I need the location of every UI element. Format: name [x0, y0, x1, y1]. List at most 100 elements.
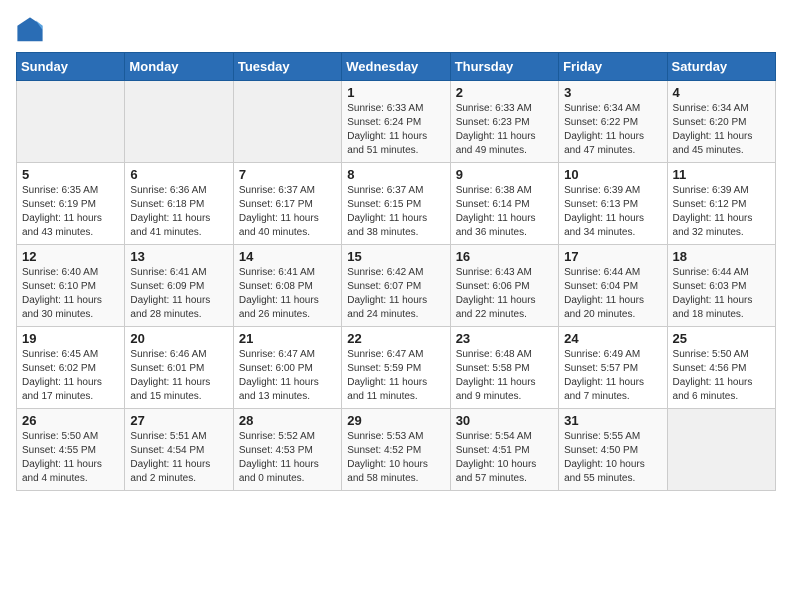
weekday-header-tuesday: Tuesday	[233, 53, 341, 81]
cell-text: Sunrise: 6:49 AM Sunset: 5:57 PM Dayligh…	[564, 348, 661, 404]
calendar-cell: 14 Sunrise: 6:41 AM Sunset: 6:08 PM Dayli…	[233, 245, 341, 327]
cell-text: Sunrise: 6:46 AM Sunset: 6:01 PM Dayligh…	[130, 348, 227, 404]
day-number: 18	[673, 249, 770, 264]
page-header	[16, 16, 776, 44]
calendar-cell: 25 Sunrise: 5:50 AM Sunset: 4:56 PM Dayli…	[667, 327, 775, 409]
calendar-cell: 29Sunrise: 5:53 AM Sunset: 4:52 PM Dayli…	[342, 409, 450, 491]
calendar-cell: 8 Sunrise: 6:37 AM Sunset: 6:15 PM Daylig…	[342, 163, 450, 245]
cell-text: Sunrise: 5:53 AM Sunset: 4:52 PM Dayligh…	[347, 430, 444, 486]
calendar-cell: 30 Sunrise: 5:54 AM Sunset: 4:51 PM Dayli…	[450, 409, 558, 491]
calendar-cell: 22 Sunrise: 6:47 AM Sunset: 5:59 PM Dayli…	[342, 327, 450, 409]
calendar-cell: 11 Sunrise: 6:39 AM Sunset: 6:12 PM Dayli…	[667, 163, 775, 245]
calendar-cell: 20 Sunrise: 6:46 AM Sunset: 6:01 PM Dayli…	[125, 327, 233, 409]
cell-text: Sunrise: 6:45 AM Sunset: 6:02 PM Dayligh…	[22, 348, 119, 404]
day-number: 23	[456, 331, 553, 346]
weekday-header-thursday: Thursday	[450, 53, 558, 81]
calendar-table: SundayMondayTuesdayWednesdayThursdayFrid…	[16, 52, 776, 491]
cell-text: Sunrise: 5:50 AM Sunset: 4:56 PM Dayligh…	[673, 348, 770, 404]
cell-text: Sunrise: 6:34 AM Sunset: 6:22 PM Dayligh…	[564, 102, 661, 158]
calendar-cell: 7 Sunrise: 6:37 AM Sunset: 6:17 PM Daylig…	[233, 163, 341, 245]
weekday-header-wednesday: Wednesday	[342, 53, 450, 81]
cell-text: Sunrise: 6:42 AM Sunset: 6:07 PM Dayligh…	[347, 266, 444, 322]
calendar-cell: 12 Sunrise: 6:40 AM Sunset: 6:10 PM Dayli…	[17, 245, 125, 327]
day-number: 24	[564, 331, 661, 346]
day-number: 22	[347, 331, 444, 346]
calendar-cell: 28 Sunrise: 5:52 AM Sunset: 4:53 PM Dayli…	[233, 409, 341, 491]
day-number: 6	[130, 167, 227, 182]
weekday-header-sunday: Sunday	[17, 53, 125, 81]
day-number: 15	[347, 249, 444, 264]
day-number: 9	[456, 167, 553, 182]
cell-text: Sunrise: 6:41 AM Sunset: 6:09 PM Dayligh…	[130, 266, 227, 322]
calendar-cell	[233, 81, 341, 163]
day-number: 20	[130, 331, 227, 346]
cell-text: Sunrise: 5:51 AM Sunset: 4:54 PM Dayligh…	[130, 430, 227, 486]
calendar-cell	[667, 409, 775, 491]
calendar-cell: 17 Sunrise: 6:44 AM Sunset: 6:04 PM Dayli…	[559, 245, 667, 327]
day-number: 21	[239, 331, 336, 346]
calendar-cell: 16 Sunrise: 6:43 AM Sunset: 6:06 PM Dayli…	[450, 245, 558, 327]
day-number: 3	[564, 85, 661, 100]
calendar-cell: 23 Sunrise: 6:48 AM Sunset: 5:58 PM Dayli…	[450, 327, 558, 409]
calendar-cell: 3 Sunrise: 6:34 AM Sunset: 6:22 PM Daylig…	[559, 81, 667, 163]
cell-text: Sunrise: 6:44 AM Sunset: 6:04 PM Dayligh…	[564, 266, 661, 322]
day-number: 27	[130, 413, 227, 428]
calendar-cell: 6Sunrise: 6:36 AM Sunset: 6:18 PM Daylig…	[125, 163, 233, 245]
cell-text: Sunrise: 6:33 AM Sunset: 6:24 PM Dayligh…	[347, 102, 444, 158]
cell-text: Sunrise: 6:34 AM Sunset: 6:20 PM Dayligh…	[673, 102, 770, 158]
calendar-cell: 4 Sunrise: 6:34 AM Sunset: 6:20 PM Daylig…	[667, 81, 775, 163]
day-number: 25	[673, 331, 770, 346]
calendar-cell	[125, 81, 233, 163]
day-number: 7	[239, 167, 336, 182]
calendar-cell: 13 Sunrise: 6:41 AM Sunset: 6:09 PM Dayli…	[125, 245, 233, 327]
day-number: 26	[22, 413, 119, 428]
day-number: 31	[564, 413, 661, 428]
calendar-cell: 27 Sunrise: 5:51 AM Sunset: 4:54 PM Dayli…	[125, 409, 233, 491]
calendar-cell: 19 Sunrise: 6:45 AM Sunset: 6:02 PM Dayli…	[17, 327, 125, 409]
cell-text: Sunrise: 6:41 AM Sunset: 6:08 PM Dayligh…	[239, 266, 336, 322]
calendar-cell: 5 Sunrise: 6:35 AM Sunset: 6:19 PM Daylig…	[17, 163, 125, 245]
day-number: 30	[456, 413, 553, 428]
calendar-cell: 15 Sunrise: 6:42 AM Sunset: 6:07 PM Dayli…	[342, 245, 450, 327]
calendar-cell	[17, 81, 125, 163]
calendar-cell: 2Sunrise: 6:33 AM Sunset: 6:23 PM Daylig…	[450, 81, 558, 163]
calendar-cell: 21 Sunrise: 6:47 AM Sunset: 6:00 PM Dayli…	[233, 327, 341, 409]
cell-text: Sunrise: 6:48 AM Sunset: 5:58 PM Dayligh…	[456, 348, 553, 404]
day-number: 11	[673, 167, 770, 182]
cell-text: Sunrise: 5:54 AM Sunset: 4:51 PM Dayligh…	[456, 430, 553, 486]
day-number: 4	[673, 85, 770, 100]
cell-text: Sunrise: 6:37 AM Sunset: 6:15 PM Dayligh…	[347, 184, 444, 240]
day-number: 1	[347, 85, 444, 100]
calendar-cell: 31 Sunrise: 5:55 AM Sunset: 4:50 PM Dayli…	[559, 409, 667, 491]
cell-text: Sunrise: 6:40 AM Sunset: 6:10 PM Dayligh…	[22, 266, 119, 322]
day-number: 14	[239, 249, 336, 264]
cell-text: Sunrise: 5:52 AM Sunset: 4:53 PM Dayligh…	[239, 430, 336, 486]
cell-text: Sunrise: 6:39 AM Sunset: 6:13 PM Dayligh…	[564, 184, 661, 240]
day-number: 13	[130, 249, 227, 264]
weekday-header-saturday: Saturday	[667, 53, 775, 81]
day-number: 16	[456, 249, 553, 264]
day-number: 12	[22, 249, 119, 264]
cell-text: Sunrise: 6:39 AM Sunset: 6:12 PM Dayligh…	[673, 184, 770, 240]
cell-text: Sunrise: 6:33 AM Sunset: 6:23 PM Dayligh…	[456, 102, 553, 158]
day-number: 19	[22, 331, 119, 346]
calendar-cell: 10 Sunrise: 6:39 AM Sunset: 6:13 PM Dayli…	[559, 163, 667, 245]
day-number: 5	[22, 167, 119, 182]
cell-text: Sunrise: 5:55 AM Sunset: 4:50 PM Dayligh…	[564, 430, 661, 486]
day-number: 28	[239, 413, 336, 428]
cell-text: Sunrise: 5:50 AM Sunset: 4:55 PM Dayligh…	[22, 430, 119, 486]
day-number: 8	[347, 167, 444, 182]
cell-text: Sunrise: 6:35 AM Sunset: 6:19 PM Dayligh…	[22, 184, 119, 240]
cell-text: Sunrise: 6:37 AM Sunset: 6:17 PM Dayligh…	[239, 184, 336, 240]
calendar-cell: 18Sunrise: 6:44 AM Sunset: 6:03 PM Dayli…	[667, 245, 775, 327]
calendar-cell: 24 Sunrise: 6:49 AM Sunset: 5:57 PM Dayli…	[559, 327, 667, 409]
cell-text: Sunrise: 6:43 AM Sunset: 6:06 PM Dayligh…	[456, 266, 553, 322]
calendar-cell: 9 Sunrise: 6:38 AM Sunset: 6:14 PM Daylig…	[450, 163, 558, 245]
cell-text: Sunrise: 6:47 AM Sunset: 6:00 PM Dayligh…	[239, 348, 336, 404]
logo	[16, 16, 48, 44]
day-number: 17	[564, 249, 661, 264]
cell-text: Sunrise: 6:47 AM Sunset: 5:59 PM Dayligh…	[347, 348, 444, 404]
cell-text: Sunrise: 6:38 AM Sunset: 6:14 PM Dayligh…	[456, 184, 553, 240]
day-number: 10	[564, 167, 661, 182]
weekday-header-monday: Monday	[125, 53, 233, 81]
